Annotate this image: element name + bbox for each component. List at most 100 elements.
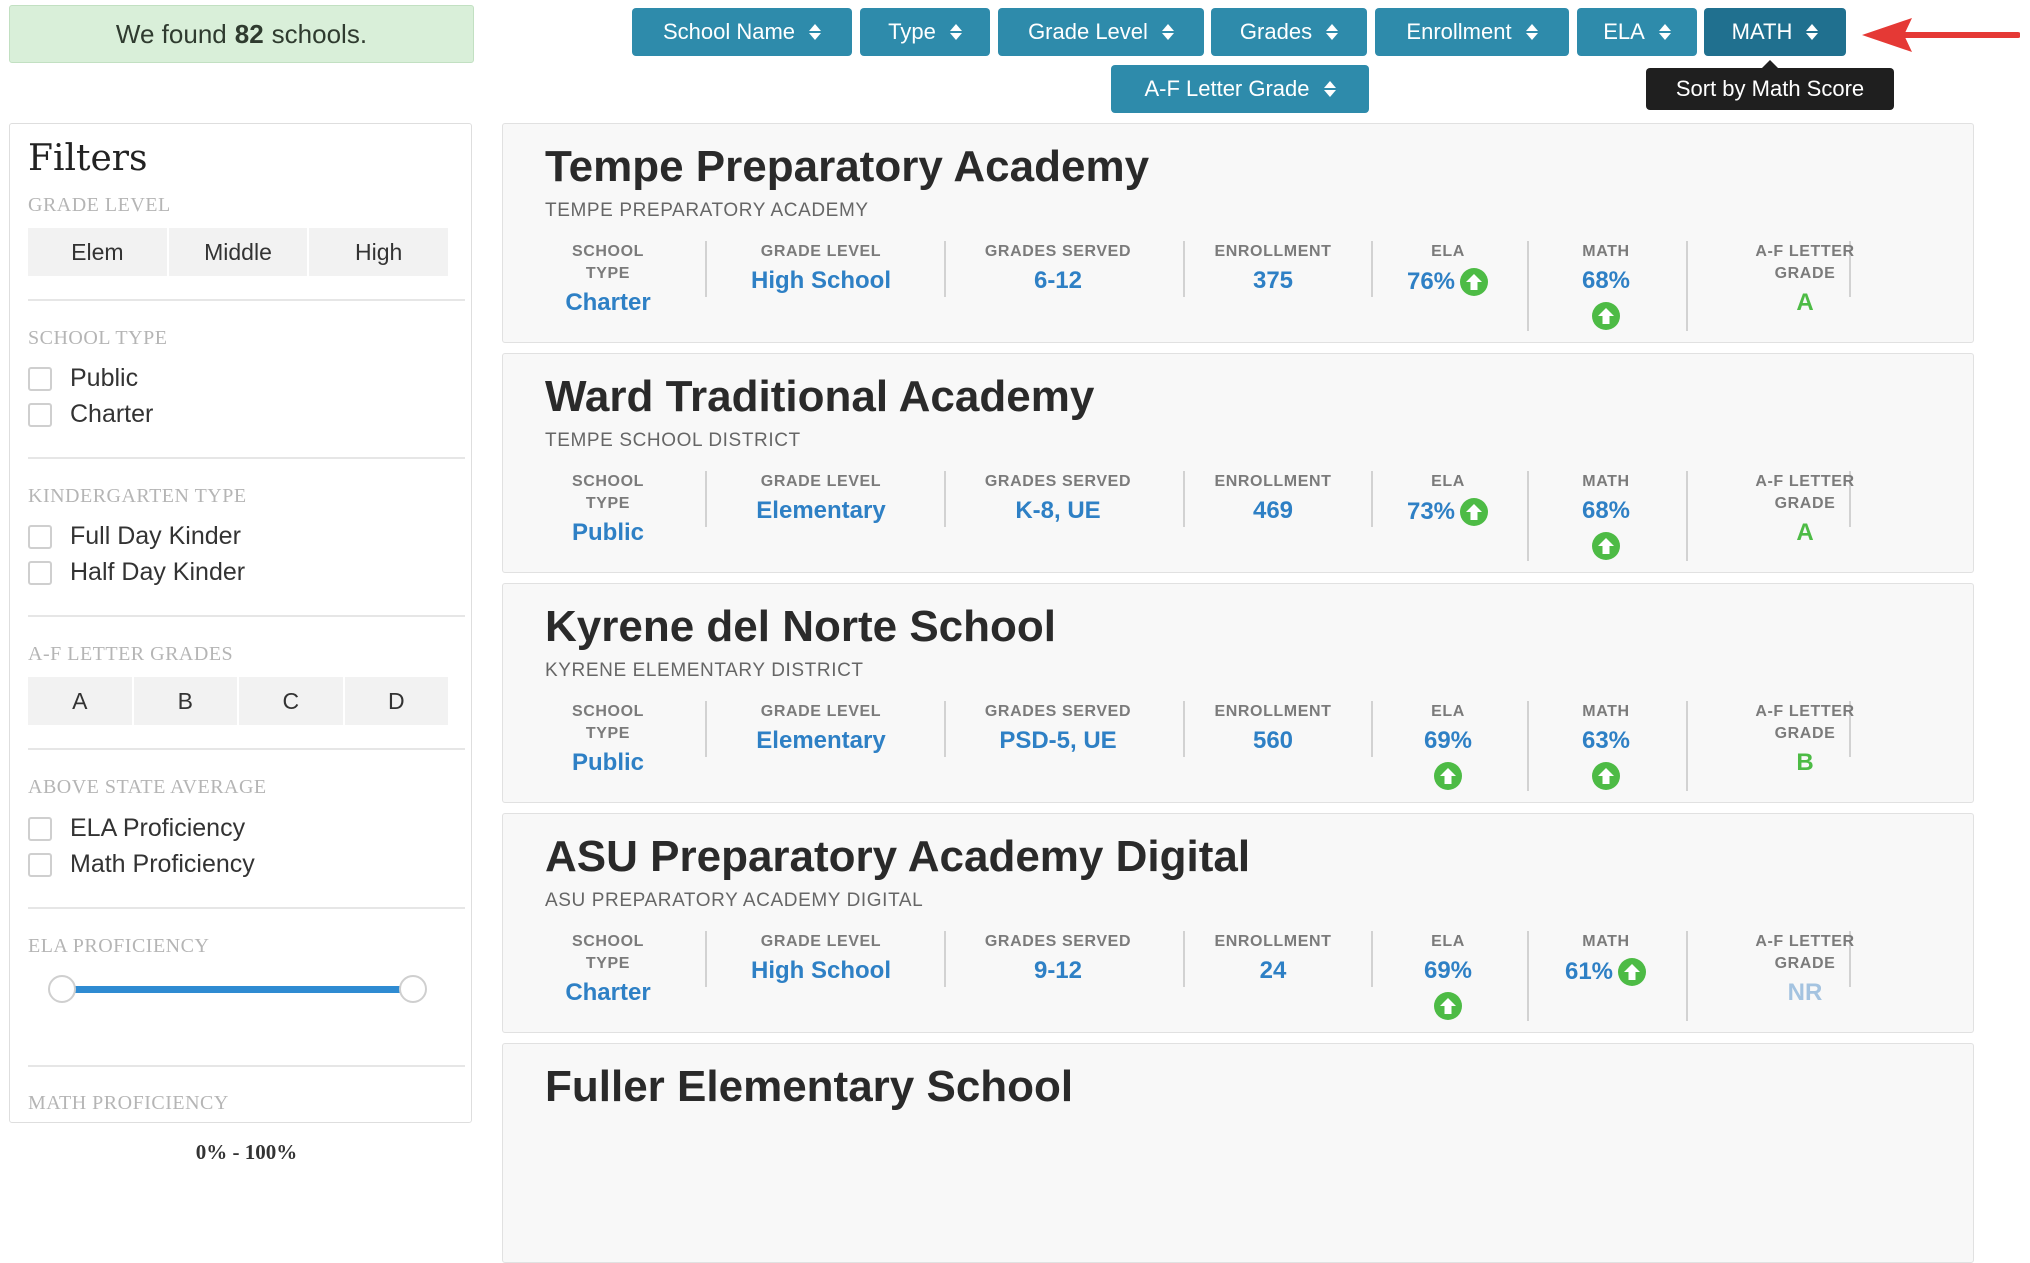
math-proficiency-checkbox[interactable]: Math Proficiency	[28, 850, 255, 879]
above-average-up-icon	[1591, 531, 1621, 561]
full-day-kinder-checkbox[interactable]: Full Day Kinder	[28, 522, 241, 551]
school-name[interactable]: Ward Traditional Academy	[545, 372, 1094, 422]
letter-a-option[interactable]: A	[28, 677, 134, 725]
stat-label: GRADE	[1774, 495, 1836, 512]
school-card[interactable]: Kyrene del Norte School KYRENE ELEMENTARY…	[502, 583, 1974, 803]
grade-high-option[interactable]: High	[309, 228, 448, 276]
stat-math: MATH 68%	[1496, 471, 1716, 561]
sort-letter-grade-button[interactable]: A-F Letter Grade	[1111, 65, 1369, 113]
kinder-type-heading: KINDERGARTEN TYPE	[28, 485, 247, 507]
above-average-up-icon	[1591, 761, 1621, 791]
sort-label: MATH	[1731, 19, 1793, 44]
filters-panel: Filters GRADE LEVEL Elem Middle High SCH…	[9, 123, 472, 1164]
divider	[28, 907, 465, 909]
public-checkbox[interactable]: Public	[28, 364, 138, 393]
divider	[28, 615, 465, 617]
stat-letter: A-F LETTER GRADE B	[1695, 701, 1915, 777]
stat-letter: A-F LETTER GRADE A	[1695, 471, 1915, 547]
ela-slider-max-handle[interactable]	[399, 975, 427, 1003]
letter-grade-toggle: A B C D	[28, 677, 448, 725]
ela-slider-track[interactable]	[62, 986, 412, 993]
ela-proficiency-checkbox[interactable]: ELA Proficiency	[28, 814, 245, 843]
stat-label: TYPE	[585, 265, 631, 282]
sort-label: Enrollment	[1406, 19, 1512, 44]
stat-label: SCHOOL	[571, 243, 645, 260]
letter-d-option[interactable]: D	[345, 677, 449, 725]
grade-level-heading: GRADE LEVEL	[28, 194, 171, 216]
stat-grade_level: GRADE LEVEL High School	[711, 931, 931, 985]
sort-caret-icon	[1806, 24, 1819, 40]
sort-label: Grade Level	[1028, 19, 1148, 44]
stat-label: MATH	[1582, 933, 1630, 950]
stat-math: MATH 61%	[1496, 931, 1716, 987]
sort-enrollment-button[interactable]: Enrollment	[1375, 8, 1569, 56]
sort-school-name-button[interactable]: School Name	[632, 8, 852, 56]
stat-type: SCHOOL TYPE Charter	[498, 241, 718, 317]
stat-label: SCHOOL	[571, 703, 645, 720]
stat-label: GRADE LEVEL	[760, 473, 882, 490]
stat-label: MATH	[1582, 703, 1630, 720]
stat-math: MATH 63%	[1496, 701, 1716, 791]
school-card[interactable]: Fuller Elementary School	[502, 1043, 1974, 1263]
stat-value-type: Public	[571, 749, 644, 776]
stat-value-ela: 69%	[1423, 727, 1473, 754]
sort-label: ELA	[1603, 19, 1645, 44]
stat-math: MATH 68%	[1496, 241, 1716, 331]
half-day-kinder-checkbox[interactable]: Half Day Kinder	[28, 558, 245, 587]
grade-middle-option[interactable]: Middle	[169, 228, 310, 276]
school-district: KYRENE ELEMENTARY DISTRICT	[545, 660, 864, 681]
divider	[28, 457, 465, 459]
ela-slider-min-handle[interactable]	[48, 975, 76, 1003]
stat-value-enrollment: 24	[1259, 957, 1287, 984]
sort-type-button[interactable]: Type	[860, 8, 990, 56]
stat-label: GRADES SERVED	[984, 473, 1132, 490]
sort-caret-icon	[1658, 24, 1671, 40]
stat-value-grades: PSD-5, UE	[999, 727, 1117, 754]
stat-value-type: Public	[571, 519, 644, 546]
sort-caret-icon	[1161, 24, 1174, 40]
stat-label: GRADE LEVEL	[760, 703, 882, 720]
stat-label: GRADES SERVED	[984, 703, 1132, 720]
letter-b-option[interactable]: B	[134, 677, 239, 725]
stat-grade_level: GRADE LEVEL Elementary	[711, 701, 931, 755]
results-count: 82	[234, 18, 264, 49]
results-count-banner: We found 82 schools.	[9, 5, 474, 63]
stat-type: SCHOOL TYPE Public	[498, 701, 718, 777]
red-arrow-icon	[1862, 18, 2020, 52]
grade-level-toggle: Elem Middle High	[28, 228, 448, 276]
stat-value-grade_level: Elementary	[756, 497, 886, 524]
school-name[interactable]: ASU Preparatory Academy Digital	[545, 832, 1250, 882]
school-card[interactable]: Tempe Preparatory Academy TEMPE PREPARATO…	[502, 123, 1974, 343]
school-name[interactable]: Tempe Preparatory Academy	[545, 142, 1149, 192]
school-name[interactable]: Fuller Elementary School	[545, 1062, 1073, 1112]
stat-label: TYPE	[585, 725, 631, 742]
stat-label: SCHOOL	[571, 473, 645, 490]
school-card[interactable]: Ward Traditional Academy TEMPE SCHOOL DIS…	[502, 353, 1974, 573]
school-district: TEMPE PREPARATORY ACADEMY	[545, 200, 869, 221]
sort-label: Type	[888, 19, 936, 44]
stat-value-enrollment: 560	[1252, 727, 1294, 754]
sort-grades-button[interactable]: Grades	[1211, 8, 1367, 56]
stat-value-math: 61%	[1564, 958, 1614, 985]
charter-label: Charter	[70, 400, 154, 428]
stat-label: A-F LETTER	[1755, 243, 1855, 260]
school-card[interactable]: ASU Preparatory Academy Digital ASU PREPA…	[502, 813, 1974, 1033]
sort-grade-level-button[interactable]: Grade Level	[998, 8, 1204, 56]
sort-ela-button[interactable]: ELA	[1577, 8, 1697, 56]
sort-math-button[interactable]: MATH	[1704, 8, 1846, 56]
stat-label: SCHOOL	[571, 933, 645, 950]
stat-label: A-F LETTER	[1755, 703, 1855, 720]
stat-value-grades: 9-12	[1033, 957, 1083, 984]
above-average-up-icon	[1617, 957, 1647, 987]
sort-caret-icon	[1326, 24, 1339, 40]
stat-letter: A-F LETTER GRADE A	[1695, 241, 1915, 317]
full-day-kinder-label: Full Day Kinder	[70, 522, 241, 550]
stat-value-letter: NR	[1787, 979, 1823, 1006]
stat-value-type: Charter	[565, 289, 651, 316]
above-average-up-icon	[1433, 991, 1463, 1021]
letter-c-option[interactable]: C	[239, 677, 345, 725]
results-prefix: We found	[115, 18, 227, 49]
grade-elem-option[interactable]: Elem	[28, 228, 169, 276]
charter-checkbox[interactable]: Charter	[28, 400, 153, 429]
school-name[interactable]: Kyrene del Norte School	[545, 602, 1056, 652]
